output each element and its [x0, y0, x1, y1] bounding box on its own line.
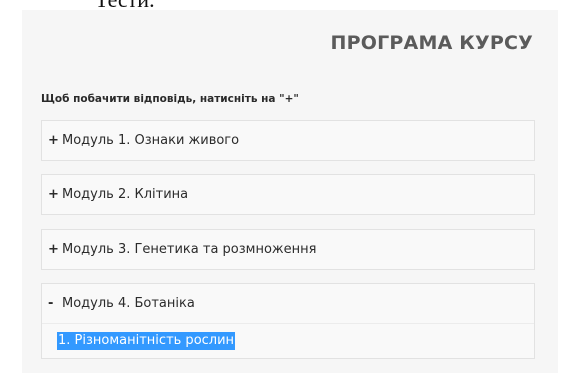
topic-link[interactable]: 1. Різноманітність рослин	[57, 332, 236, 350]
expand-plus-icon: +	[48, 242, 59, 257]
module-label: Модуль 3. Генетика та розмноження	[62, 242, 317, 257]
module-label: Модуль 1. Ознаки живого	[62, 133, 240, 148]
module-label: Модуль 2. Клітина	[62, 187, 189, 202]
accordion-module-1: + Модуль 1. Ознаки живого	[41, 120, 535, 161]
accordion-module-3: + Модуль 3. Генетика та розмноження	[41, 229, 535, 270]
accordion-header-module-4[interactable]: - Модуль 4. Ботаніка	[42, 284, 534, 323]
accordion-module-4: - Модуль 4. Ботаніка 1. Різноманітність …	[41, 283, 535, 359]
expand-plus-icon: +	[48, 133, 59, 148]
accordion-header-module-2[interactable]: + Модуль 2. Клітина	[42, 175, 534, 214]
accordion-header-module-1[interactable]: + Модуль 1. Ознаки живого	[42, 121, 534, 160]
collapse-minus-icon: -	[48, 296, 54, 311]
accordion-body-module-4: 1. Різноманітність рослин	[42, 323, 534, 358]
expand-plus-icon: +	[48, 187, 59, 202]
module-label: Модуль 4. Ботаніка	[62, 296, 195, 311]
accordion-module-2: + Модуль 2. Клітина	[41, 174, 535, 215]
instruction-text: Щоб побачити відповідь, натисніть на "+"	[41, 93, 299, 105]
accordion-header-module-3[interactable]: + Модуль 3. Генетика та розмноження	[42, 230, 534, 269]
course-program-panel: ПРОГРАМА КУРСУ Щоб побачити відповідь, н…	[22, 10, 558, 373]
page-title: ПРОГРАМА КУРСУ	[330, 32, 533, 54]
